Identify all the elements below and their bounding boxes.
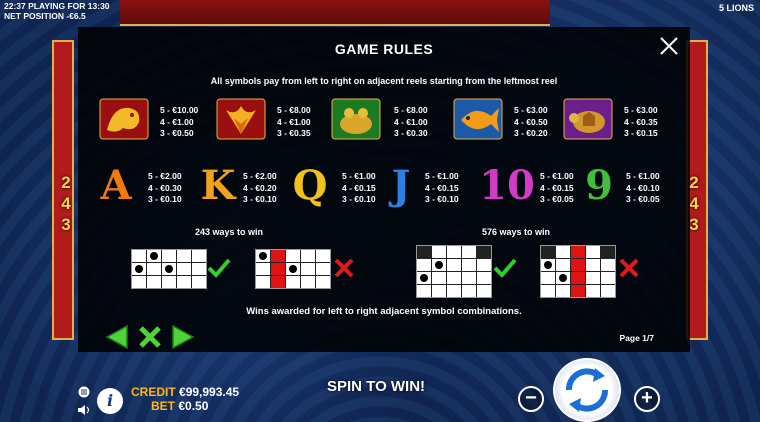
symbol-j-pays: 5 - €1.00 4 - €0.15 3 - €0.10 bbox=[425, 171, 459, 204]
turtle-pays: 5 - €3.00 4 - €0.35 3 - €0.15 bbox=[624, 105, 658, 138]
turtle-icon bbox=[562, 97, 614, 141]
close-icon[interactable] bbox=[658, 35, 680, 57]
credit-label: CREDIT bbox=[131, 385, 176, 399]
ways-576-label: 576 ways to win bbox=[482, 227, 551, 237]
menu-icon[interactable] bbox=[78, 386, 90, 398]
spin-arrows-icon bbox=[566, 368, 608, 412]
speaker-icon[interactable] bbox=[77, 404, 91, 416]
symbol-q: Q bbox=[292, 162, 328, 209]
ways-243-label: 243 ways to win bbox=[195, 227, 264, 237]
symbol-j: J bbox=[391, 162, 411, 209]
symbol-k: K bbox=[200, 162, 236, 209]
info-button[interactable]: i bbox=[97, 388, 123, 414]
phoenix-icon bbox=[215, 97, 267, 141]
credit-bet-panel: CREDIT €99,993.45 BET €0.50 bbox=[131, 385, 239, 413]
rules-subtitle: All symbols pay from left to right on ad… bbox=[210, 76, 558, 86]
close-rules-icon[interactable] bbox=[136, 324, 164, 350]
rules-navigation bbox=[103, 324, 197, 350]
ways-576-valid-diagram bbox=[416, 245, 492, 298]
phoenix-pays: 5 - €8.00 4 - €1.00 3 - €0.35 bbox=[277, 105, 311, 138]
ways-243-invalid-diagram bbox=[255, 249, 331, 289]
clock: 22:37 bbox=[4, 1, 26, 11]
status-bar: 22:37 PLAYING FOR 13:30 NET POSITION -€6… bbox=[0, 0, 760, 22]
playing-time: PLAYING FOR 13:30 bbox=[28, 1, 110, 11]
symbol-q-pays: 5 - €1.00 4 - €0.15 3 - €0.10 bbox=[342, 171, 376, 204]
symbol-a-pays: 5 - €2.00 4 - €0.30 3 - €0.10 bbox=[148, 171, 182, 204]
credit-value: €99,993.45 bbox=[179, 385, 240, 399]
golden-frog-icon bbox=[330, 97, 382, 141]
bet-value: €0.50 bbox=[178, 399, 209, 413]
symbol-a: A bbox=[100, 162, 132, 209]
symbol-9: 9 bbox=[585, 162, 613, 209]
rules-footer: Wins awarded for left to right adjacent … bbox=[246, 306, 522, 317]
page-indicator: Page 1/7 bbox=[619, 333, 655, 343]
side-digit: 3 bbox=[61, 215, 71, 234]
net-position: NET POSITION -€6.5 bbox=[4, 11, 86, 21]
prev-page-icon[interactable] bbox=[103, 324, 131, 350]
symbol-k-pays: 5 - €2.00 4 - €0.20 3 - €0.10 bbox=[243, 171, 277, 204]
cross-icon bbox=[619, 258, 639, 278]
koi-fish-icon bbox=[452, 97, 504, 141]
ways-576-invalid-diagram bbox=[540, 245, 616, 298]
bet-label: BET bbox=[151, 399, 176, 413]
symbol-9-pays: 5 - €1.00 4 - €0.10 3 - €0.05 bbox=[626, 171, 660, 204]
dragon-icon bbox=[98, 97, 150, 141]
game-name: 5 LIONS bbox=[718, 3, 754, 13]
spin-button[interactable] bbox=[553, 358, 621, 422]
golden-frog-pays: 5 - €8.00 4 - €1.00 3 - €0.30 bbox=[394, 105, 428, 138]
next-page-icon[interactable] bbox=[169, 324, 197, 350]
ways-243-valid-diagram bbox=[131, 249, 207, 289]
decrease-bet-button[interactable]: − bbox=[518, 386, 544, 412]
rules-title: GAME RULES bbox=[334, 41, 434, 57]
side-digit: 2 bbox=[61, 173, 71, 192]
koi-fish-pays: 5 - €3.00 4 - €0.50 3 - €0.20 bbox=[514, 105, 548, 138]
game-rules-panel: GAME RULES All symbols pay from left to … bbox=[78, 27, 690, 352]
symbol-10-pays: 5 - €1.00 4 - €0.15 3 - €0.05 bbox=[540, 171, 574, 204]
spin-to-win-text: SPIN TO WIN! bbox=[327, 378, 426, 395]
check-icon bbox=[207, 258, 231, 278]
cross-icon bbox=[334, 258, 354, 278]
increase-bet-button[interactable]: + bbox=[634, 386, 660, 412]
dragon-pays: 5 - €10.00 4 - €1.00 3 - €0.50 bbox=[160, 105, 199, 138]
side-digit: 4 bbox=[61, 194, 71, 213]
side-ways-left: 2 4 3 bbox=[56, 172, 76, 235]
symbol-10: 10 bbox=[479, 162, 535, 209]
check-icon bbox=[493, 258, 517, 278]
